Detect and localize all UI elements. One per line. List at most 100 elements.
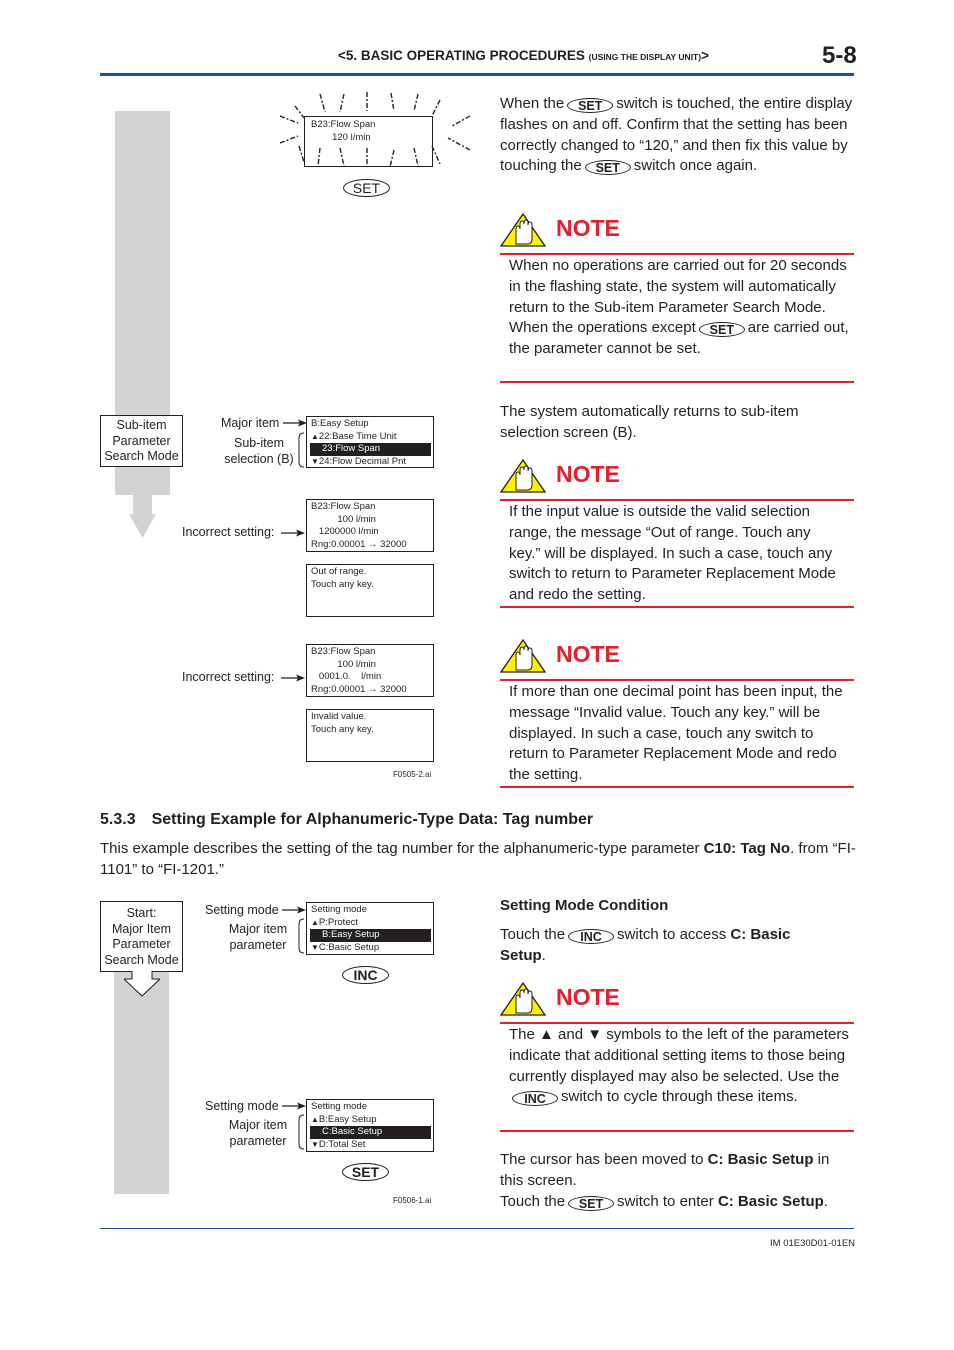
box-sub-item-display: B:Easy Setup ▲22:Base Time Unit 23:Flow … xyxy=(306,416,434,468)
incorrect-setting-label: Incorrect setting: xyxy=(182,525,275,539)
invalid-value-message-display: Invalid value. Touch any key. xyxy=(306,709,434,762)
text: Touch the xyxy=(500,926,566,943)
note-rule-top xyxy=(500,253,854,255)
mode-line: Major Item xyxy=(111,921,172,936)
down-triangle-icon: ▼ xyxy=(311,456,319,466)
caution-hand-icon xyxy=(500,213,546,247)
header-rule xyxy=(100,73,854,76)
note-text: If the input value is outside the valid … xyxy=(509,503,836,604)
display-row: Touch any key. xyxy=(311,723,374,735)
up-triangle-icon: ▲ xyxy=(311,1114,319,1124)
text: This example describes the setting of th… xyxy=(100,840,704,857)
label-line: selection (B) xyxy=(224,451,294,466)
arrow-right-icon xyxy=(282,1102,306,1110)
note-label: NOTE xyxy=(556,215,620,241)
note-label: NOTE xyxy=(556,984,620,1010)
display-row: Setting mode xyxy=(311,904,367,915)
mode-line: Search Mode xyxy=(104,952,179,967)
figure-caption: F0505-2.ai xyxy=(393,770,432,779)
paragraph-set-flash: When the SET switch is touched, the entire… xyxy=(500,94,855,177)
set-key-button[interactable]: SET xyxy=(343,179,390,197)
text: When the operations except xyxy=(509,319,696,337)
note-header: NOTE xyxy=(500,639,854,675)
note-rule-top xyxy=(500,1022,854,1024)
text: switch to access xyxy=(617,926,731,943)
display-row: B23:Flow Span xyxy=(311,501,376,512)
inc-key-inline: INC xyxy=(568,929,615,944)
display-row: Touch any key. xyxy=(311,578,374,590)
label-line: parameter xyxy=(229,937,287,952)
inc-key-button[interactable]: INC xyxy=(342,966,389,984)
note-rule-top xyxy=(500,499,854,501)
note-rule-bottom xyxy=(500,381,854,383)
display-row: ▼C:Basic Setup xyxy=(311,942,433,955)
note-rule-bottom xyxy=(500,1130,854,1132)
text: The ▲ and ▼ symbols to the left of the p… xyxy=(509,1026,849,1085)
display-row: B:Easy Setup xyxy=(311,418,369,429)
display-row: Rng:0.00001 → 32000 xyxy=(311,538,407,550)
arrow-right-icon xyxy=(282,906,306,914)
display-row: 100 l/min xyxy=(311,658,376,670)
setting-mode-label: Setting mode xyxy=(205,903,279,917)
set-key-button[interactable]: SET xyxy=(342,1163,389,1181)
display-row: Setting mode xyxy=(311,1101,367,1112)
text: switch to enter xyxy=(617,1192,718,1210)
display-row: 0001.0. l/min xyxy=(311,671,382,682)
note-text: When no operations are carried out for 2… xyxy=(509,256,854,360)
section-title: Setting Example for Alphanumeric-Type Da… xyxy=(151,811,594,828)
out-of-range-message-display: Out of range. Touch any key. xyxy=(306,564,434,617)
up-triangle-icon: ▲ xyxy=(311,431,319,441)
parameter-name: C: Basic Setup xyxy=(717,1192,824,1210)
section-number: 5.3.3 xyxy=(100,811,136,828)
text: When no operations are carried out for 2… xyxy=(509,257,847,316)
flow-arrow-head-icon xyxy=(129,514,156,538)
text: . xyxy=(541,946,546,964)
down-triangle-icon: ▼ xyxy=(311,942,319,952)
sub-item-search-mode-box: Sub-item Parameter Search Mode xyxy=(100,415,183,467)
set-key-inline: SET xyxy=(568,1195,615,1211)
note-rule-top xyxy=(500,679,854,681)
flow-column xyxy=(114,972,169,1194)
setting-mode-label: Setting mode xyxy=(205,1099,279,1113)
range-error-display: B23:Flow Span 100 l/min 1200000 l/min Rn… xyxy=(306,499,434,552)
arrow-right-icon xyxy=(281,674,305,682)
header-title: <5. BASIC OPERATING PROCEDURES xyxy=(338,48,589,63)
note-label: NOTE xyxy=(556,461,620,487)
display-row-selected: B:Easy Setup xyxy=(310,929,431,942)
display-row: ▲B:Easy Setup xyxy=(311,1114,433,1127)
paragraph-auto-return: The system automatically returns to sub-… xyxy=(500,403,799,441)
flow-arrow-stem xyxy=(133,495,152,515)
note-text: If more than one decimal point has been … xyxy=(509,683,843,784)
text: switch once again. xyxy=(633,157,758,175)
text: Touch the xyxy=(500,1192,566,1210)
label-line: parameter xyxy=(229,1133,287,1148)
text: switch to cycle through these items. xyxy=(561,1088,798,1106)
set-key-inline: SET xyxy=(584,160,631,176)
display-row: Out of range. xyxy=(311,566,367,577)
bracket-icon xyxy=(298,918,305,954)
text: The cursor has been moved to xyxy=(500,1151,708,1168)
up-triangle-icon: ▲ xyxy=(311,917,319,927)
paragraph-inc-access: Touch the INC switch to access C: Basic Se… xyxy=(500,925,830,967)
bracket-icon xyxy=(298,432,305,468)
display-line: 120 l/min xyxy=(311,131,371,143)
mode-line: Parameter xyxy=(112,937,171,951)
mode-line: Parameter xyxy=(112,433,171,448)
header-title-end: > xyxy=(701,48,709,63)
caution-hand-icon xyxy=(500,982,546,1016)
row-text: 24:Flow Decimal Pnt xyxy=(318,455,407,467)
display-row: 1200000 l/min xyxy=(311,526,379,537)
label-line: Sub-item xyxy=(233,436,285,450)
section-intro: This example describes the setting of th… xyxy=(100,839,860,881)
incorrect-setting-label: Incorrect setting: xyxy=(182,670,275,684)
set-key-inline: SET xyxy=(567,98,614,113)
text: When the xyxy=(500,95,565,112)
arrow-right-icon xyxy=(283,419,307,427)
mode-line: Start: xyxy=(126,906,157,920)
note-label: NOTE xyxy=(556,641,620,667)
mode-line: Search Mode xyxy=(104,449,179,463)
flow-down-arrow-icon xyxy=(124,971,160,997)
row-text: C:Basic Setup xyxy=(318,941,380,953)
setting-mode-display: Setting mode ▲P:Protect B:Easy Setup ▼C:… xyxy=(306,902,434,955)
paragraph-cursor-moved: The cursor has been moved to C: Basic Se… xyxy=(500,1150,855,1212)
